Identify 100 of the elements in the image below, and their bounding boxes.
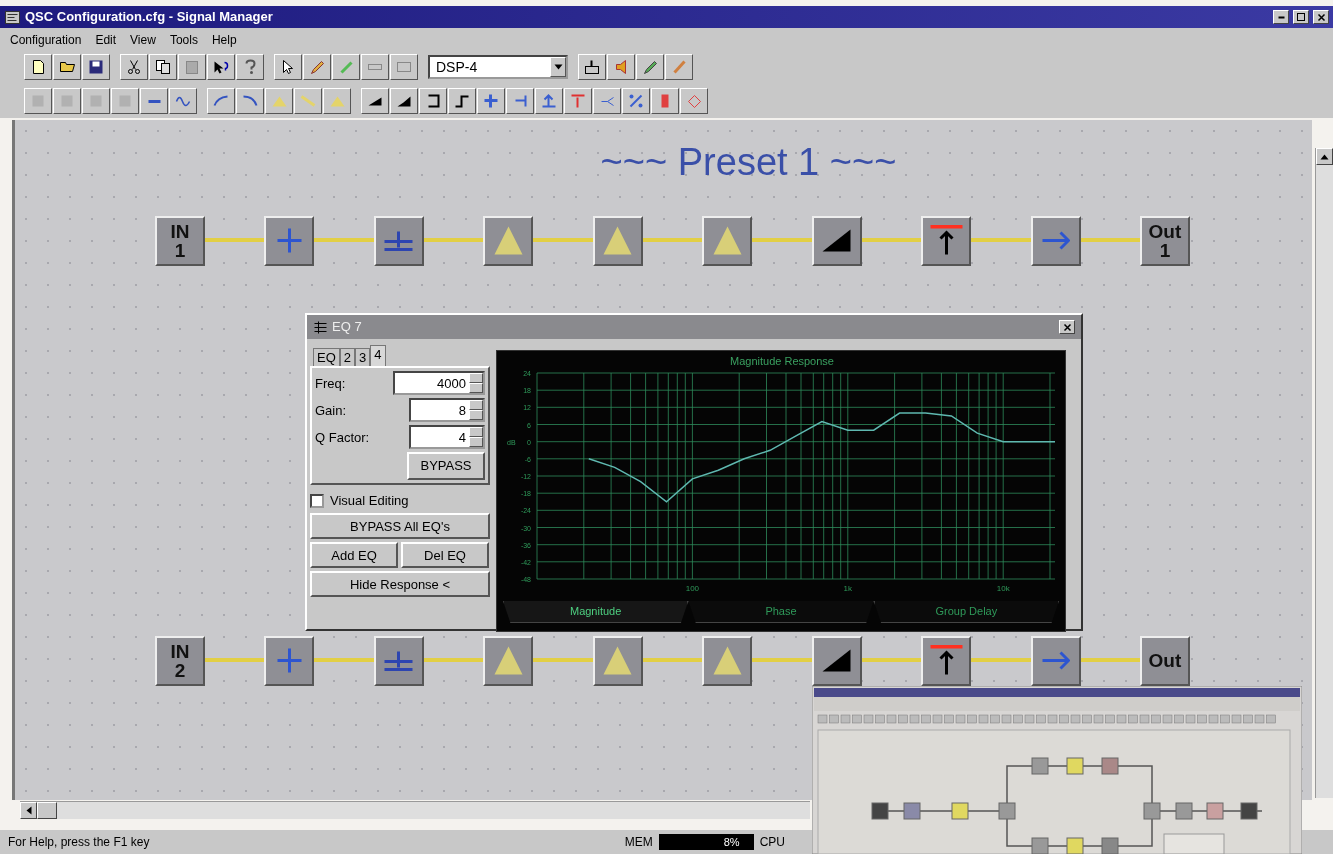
checkbox[interactable] <box>310 493 324 508</box>
signal-block[interactable] <box>264 215 315 266</box>
chart-tab[interactable]: Magnitude <box>503 601 689 623</box>
toolbar-button[interactable] <box>636 54 664 80</box>
toolbar-button[interactable] <box>578 54 606 80</box>
percent-icon <box>628 93 644 109</box>
close-button[interactable] <box>1059 320 1075 334</box>
signal-block[interactable] <box>1030 215 1081 266</box>
toolbar-button[interactable] <box>593 88 621 114</box>
bypass-button[interactable]: BYPASS <box>407 452 485 480</box>
toolbar-button[interactable] <box>332 54 360 80</box>
toolbar-button[interactable] <box>361 88 389 114</box>
toolbar-button[interactable] <box>506 88 534 114</box>
output-block[interactable]: Out 1 <box>1139 215 1190 266</box>
chart-tab[interactable]: Phase <box>688 601 874 623</box>
signal-block[interactable] <box>811 215 862 266</box>
toolbar-button[interactable] <box>120 54 148 80</box>
input-block[interactable]: IN 1 <box>155 215 205 266</box>
signal-block[interactable] <box>373 635 424 686</box>
toolbar-button[interactable] <box>323 88 351 114</box>
triangle-icon <box>711 645 743 677</box>
toolbar-button[interactable] <box>564 88 592 114</box>
minimize-button[interactable] <box>1273 10 1289 24</box>
signal-block[interactable] <box>811 635 862 686</box>
toolbar-button[interactable] <box>390 54 418 80</box>
input-block[interactable]: IN 2 <box>155 635 205 686</box>
signal-block[interactable] <box>921 215 972 266</box>
toolbar-button[interactable] <box>169 88 197 114</box>
signal-block[interactable] <box>702 215 753 266</box>
signal-block[interactable] <box>592 215 643 266</box>
memory-meter: 8% <box>658 834 754 850</box>
new-file-icon <box>31 59 45 75</box>
toolbar-button[interactable] <box>303 54 331 80</box>
toolbar-button[interactable] <box>665 54 693 80</box>
toolbar-button[interactable] <box>622 88 650 114</box>
scroll-up-button[interactable] <box>1316 148 1333 165</box>
chart-tab[interactable]: Group Delay <box>873 601 1059 623</box>
toolbar-button[interactable] <box>111 88 139 114</box>
bars-icon <box>383 230 415 252</box>
number-field[interactable]: 4 <box>409 425 485 450</box>
dropdown-arrow-icon <box>552 63 564 71</box>
x-tick-label: 1k <box>843 584 853 593</box>
open-folder-icon <box>58 61 76 73</box>
toolbar-button[interactable] <box>535 88 563 114</box>
menu-item[interactable]: Tools <box>169 31 198 47</box>
toolbar-button[interactable] <box>477 88 505 114</box>
toolbar-button[interactable] <box>207 54 235 80</box>
number-field[interactable]: 8 <box>409 398 485 423</box>
toolbar-button[interactable] <box>236 54 264 80</box>
signal-block[interactable] <box>373 215 424 266</box>
save-icon <box>88 59 104 75</box>
spin-button[interactable] <box>469 427 483 448</box>
toolbar-button[interactable] <box>236 88 264 114</box>
toolbar-button[interactable] <box>607 54 635 80</box>
toolbar-button[interactable] <box>448 88 476 114</box>
menu-item[interactable]: View <box>130 31 156 47</box>
toolbar-button[interactable] <box>265 88 293 114</box>
eq-tab[interactable]: 4 <box>370 345 386 368</box>
toolbar-button[interactable] <box>53 88 81 114</box>
toolbar-button[interactable] <box>24 88 52 114</box>
signal-block[interactable] <box>702 635 753 686</box>
spin-button[interactable] <box>469 400 483 421</box>
toolbar-button[interactable] <box>274 54 302 80</box>
toolbar-button[interactable] <box>82 88 110 114</box>
toolbar-button[interactable] <box>207 88 235 114</box>
toolbar-button[interactable] <box>680 88 708 114</box>
toolbar-button[interactable] <box>24 54 52 80</box>
toolbar-button[interactable] <box>390 88 418 114</box>
number-field[interactable]: 4000 <box>393 371 485 396</box>
toolbar-button[interactable] <box>419 88 447 114</box>
menu-item[interactable]: Help <box>211 31 237 47</box>
toolbar-button[interactable] <box>361 54 389 80</box>
toolbar-button[interactable] <box>149 54 177 80</box>
toolbar-button[interactable] <box>82 54 110 80</box>
toolbar-button[interactable] <box>140 88 168 114</box>
toolbar-button[interactable] <box>294 88 322 114</box>
menu-item[interactable]: Edit <box>95 31 117 47</box>
pointer-icon <box>282 59 294 75</box>
signal-block[interactable] <box>592 635 643 686</box>
push-button[interactable]: BYPASS All EQ's <box>310 513 490 540</box>
signal-block[interactable] <box>483 215 534 266</box>
signal-block[interactable] <box>921 635 972 686</box>
signal-block[interactable] <box>1030 635 1081 686</box>
maximize-button[interactable] <box>1293 10 1309 24</box>
close-button[interactable] <box>1313 10 1329 24</box>
push-button[interactable]: Add EQ <box>310 542 398 569</box>
eq-tab[interactable]: EQ <box>313 348 340 368</box>
toolbar-button[interactable] <box>53 54 81 80</box>
menu-item[interactable]: Configuration <box>10 31 82 47</box>
signal-block[interactable] <box>483 635 534 686</box>
device-dropdown[interactable]: DSP-4 <box>428 55 568 79</box>
scroll-thumb[interactable] <box>37 802 57 819</box>
toolbar-button[interactable] <box>178 54 206 80</box>
signal-block[interactable] <box>264 635 315 686</box>
scroll-left-button[interactable] <box>20 802 37 819</box>
output-block[interactable]: Out <box>1139 635 1190 686</box>
toolbar-button[interactable] <box>651 88 679 114</box>
push-button[interactable]: Del EQ <box>401 542 489 569</box>
push-button[interactable]: Hide Response < <box>310 571 490 598</box>
spin-button[interactable] <box>469 373 483 394</box>
